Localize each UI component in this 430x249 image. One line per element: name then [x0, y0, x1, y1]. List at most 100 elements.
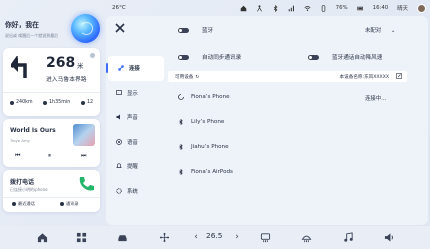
voice-assistant-orb-icon[interactable] — [71, 14, 100, 43]
phone-icon[interactable] — [76, 174, 96, 194]
turn-distance: 268 — [46, 55, 76, 71]
contacts-sync-setting: 自动同步通讯录 — [178, 53, 241, 61]
device-item[interactable]: Fiona’s Phone — [178, 94, 230, 100]
clock-icon — [43, 100, 47, 105]
phone-card[interactable]: 拨打电话 已连接小明的iphone 最近通话 通讯录 — [3, 170, 100, 212]
system-icon — [116, 188, 122, 194]
remaining-distance: 240km — [10, 100, 33, 105]
fan-reduce-setting: 蓝牙通话自动降风速 — [308, 53, 382, 61]
song-title: World Is Ours — [10, 127, 56, 134]
bluetooth-status-icon — [272, 4, 279, 12]
device-name-label: Lily’s Phone — [191, 119, 225, 125]
turn-distance-unit: 米 — [77, 62, 84, 70]
bluetooth-toggle[interactable] — [178, 27, 189, 33]
front-defrost-icon[interactable] — [300, 231, 312, 243]
contacts-sync-toggle[interactable] — [178, 54, 189, 60]
signal-icon — [288, 5, 295, 12]
next-road: 进入马鲁本界路 — [46, 77, 87, 83]
apps-icon[interactable] — [75, 231, 87, 243]
rear-defrost-icon[interactable] — [259, 231, 271, 243]
previous-track-button[interactable]: ⏮ — [15, 152, 20, 160]
connection-settings: 蓝牙 未配对 ⌄ 自动同步通讯录 蓝牙通话自动降风速 可用设备 ↻ 本设备名称:… — [166, 16, 428, 225]
turn-left-arrow-icon — [11, 56, 27, 78]
pairing-dropdown[interactable]: 未配对 ⌄ — [365, 26, 395, 34]
contacts-icon — [60, 202, 64, 206]
battery-level: 76% — [335, 5, 348, 11]
device-item[interactable]: Fiona’s AirPods — [178, 168, 233, 176]
music-card[interactable]: World Is Ours Troye Amy ⏮ ⏸ ⏭ — [3, 119, 100, 167]
remaining-time-value: 1h35min — [49, 100, 71, 105]
recent-calls-button[interactable]: 最近通话 — [12, 201, 35, 207]
bluetooth-icon — [178, 143, 184, 151]
menu-item-connection[interactable]: 连接 — [106, 56, 164, 81]
device-name-label: Fiona’s Phone — [191, 94, 230, 100]
navigation-card[interactable]: 268 米 进入马鲁本界路 240km 1h35min 12 — [3, 48, 100, 116]
nav-menu-icon[interactable] — [90, 53, 95, 58]
menu-label: 连接 — [129, 66, 140, 73]
traffic-light-icon — [81, 100, 85, 105]
history-icon — [12, 202, 16, 206]
wifi-icon — [304, 5, 311, 12]
link-icon — [118, 65, 124, 72]
car-icon[interactable] — [116, 231, 128, 243]
contacts-button[interactable]: 通讯录 — [60, 201, 79, 207]
chevron-down-icon: ⌄ — [390, 28, 396, 34]
contacts-label: 通讯录 — [66, 201, 79, 206]
pairing-value: 未配对 — [365, 28, 382, 34]
menu-item-reminder[interactable]: 提醒 — [106, 154, 164, 179]
device-item[interactable]: Jiahu’s Phone — [178, 143, 229, 151]
menu-item-system[interactable]: 系统 — [106, 179, 164, 204]
distance-icon — [10, 100, 14, 105]
seatbelt-icon — [256, 4, 263, 12]
avatar[interactable] — [417, 3, 426, 13]
fan-reduce-toggle[interactable] — [308, 54, 319, 60]
recent-calls-label: 最近通话 — [18, 201, 35, 206]
temperature-up-button[interactable]: › — [233, 231, 241, 243]
divider — [3, 197, 100, 198]
battery-icon — [357, 5, 364, 12]
music-note-icon[interactable] — [342, 231, 354, 243]
status-bar: 26°C 76% 16:40 晴天 — [105, 0, 430, 16]
assistant-greeting: 你好，我在 — [5, 21, 39, 29]
settings-menu: 连接 显示 声音 语音 提醒 系统 — [106, 56, 164, 203]
remaining-distance-value: 240km — [16, 100, 33, 105]
traffic-lights: 12 — [81, 100, 93, 105]
volume-icon[interactable] — [383, 231, 395, 243]
connecting-status: 连接中… — [365, 96, 387, 102]
next-track-button[interactable]: ⏭ — [81, 152, 86, 160]
pause-button[interactable]: ⏸ — [48, 152, 51, 160]
home-icon[interactable] — [36, 231, 48, 243]
album-art[interactable] — [73, 124, 95, 146]
menu-item-sound[interactable]: 声音 — [106, 105, 164, 130]
device-name-label: Jiahu’s Phone — [191, 144, 229, 150]
display-icon — [116, 89, 122, 96]
close-icon[interactable] — [113, 21, 127, 35]
divider — [3, 92, 100, 93]
menu-label: 系统 — [127, 188, 138, 195]
refresh-icon[interactable]: ↻ — [195, 75, 199, 80]
contacts-sync-label: 自动同步通讯录 — [202, 55, 242, 61]
remaining-time: 1h35min — [43, 100, 70, 105]
sound-icon — [116, 114, 122, 120]
device-name-label: Fiona’s AirPods — [191, 169, 233, 175]
bottom-dock: ‹ 26.5 › — [0, 226, 430, 249]
fan-reduce-label: 蓝牙通话自动降风速 — [332, 55, 383, 61]
menu-label: 提醒 — [127, 164, 138, 171]
menu-item-display[interactable]: 显示 — [106, 81, 164, 106]
available-devices-header: 可用设备 ↻ 本设备名称:东风XXXXX — [168, 71, 407, 82]
temperature-value: 26.5 — [206, 231, 223, 240]
device-item[interactable]: Lily’s Phone — [178, 118, 225, 126]
traffic-light-count: 12 — [87, 100, 94, 105]
edit-icon[interactable] — [396, 73, 402, 79]
temperature-down-button[interactable]: ‹ — [192, 231, 200, 243]
home-status-icon — [240, 5, 247, 12]
screen: 26°C 76% 16:40 晴天 你好，我在 说出或 唤醒后一个就说到最后 2… — [0, 0, 430, 249]
menu-label: 语音 — [127, 139, 138, 146]
assistant-hint: 说出或 唤醒后一个就说到最后 — [5, 33, 59, 38]
menu-label: 声音 — [127, 115, 138, 122]
menu-item-voice[interactable]: 语音 — [106, 130, 164, 155]
voice-icon — [116, 138, 122, 145]
left-sidebar: 你好，我在 说出或 唤醒后一个就说到最后 268 米 进入马鲁本界路 240km… — [0, 0, 104, 226]
bluetooth-setting: 蓝牙 — [178, 26, 213, 34]
fan-icon[interactable] — [158, 231, 170, 243]
